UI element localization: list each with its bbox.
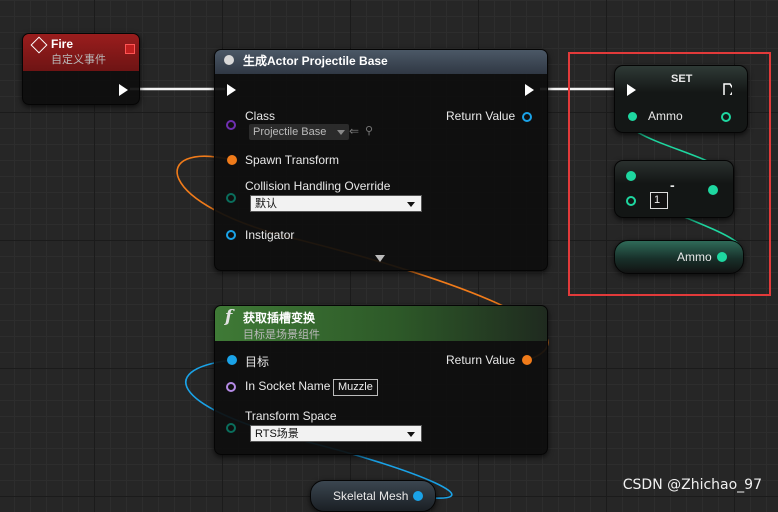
transform-space-value: RTS场景: [255, 428, 299, 440]
function-icon: f: [225, 307, 233, 327]
target-pin[interactable]: [227, 355, 237, 365]
instigator-pin[interactable]: [226, 230, 236, 240]
fire-exec-out-pin[interactable]: [119, 84, 128, 96]
socket-node-subtitle: 目标是场景组件: [243, 329, 320, 341]
spawn-exec-in-pin[interactable]: [227, 84, 236, 96]
return-value-label: Return Value: [446, 109, 516, 123]
fire-node-header: Fire 自定义事件: [23, 34, 139, 71]
socket-name-pin[interactable]: [226, 382, 236, 392]
class-pin[interactable]: [226, 120, 236, 130]
spawn-exec-out-pin[interactable]: [525, 84, 534, 96]
socket-name-label: In Socket Name: [245, 379, 331, 393]
skeletal-mesh-node[interactable]: Skeletal Mesh: [310, 480, 436, 512]
delegate-pin-icon[interactable]: [125, 44, 135, 54]
transform-space-label: Transform Space: [245, 409, 337, 423]
spawn-transform-label: Spawn Transform: [245, 153, 340, 167]
transform-space-pin[interactable]: [226, 423, 236, 433]
socket-node-header: f 获取插槽变换 目标是场景组件: [215, 306, 547, 341]
socket-return-label: Return Value: [446, 353, 516, 367]
transform-space-dropdown[interactable]: RTS场景: [250, 425, 422, 442]
get-socket-transform-node[interactable]: f 获取插槽变换 目标是场景组件 目标 Return Value In Sock…: [214, 305, 548, 455]
spawn-actor-node[interactable]: 生成Actor Projectile Base Class Projectile…: [214, 49, 548, 271]
fire-node-subtitle: 自定义事件: [51, 54, 106, 66]
fire-event-node[interactable]: Fire 自定义事件: [22, 33, 140, 105]
dropdown-arrow-icon: [407, 202, 415, 207]
collision-pin[interactable]: [226, 193, 236, 203]
spawn-node-header: 生成Actor Projectile Base: [215, 50, 547, 74]
instigator-label: Instigator: [245, 228, 295, 242]
browse-search-icon[interactable]: ⚲: [365, 124, 373, 137]
class-picker[interactable]: Projectile Base: [249, 124, 349, 140]
dropdown-arrow-icon: [407, 432, 415, 437]
socket-return-pin[interactable]: [522, 355, 532, 365]
fire-node-title: Fire: [51, 37, 74, 51]
collision-dropdown[interactable]: 默认: [250, 195, 422, 212]
use-selected-arrow-icon[interactable]: ⇐: [349, 124, 359, 138]
skeletal-mesh-label: Skeletal Mesh: [333, 489, 409, 503]
watermark: CSDN @Zhichao_97: [622, 477, 762, 493]
collision-label: Collision Handling Override: [245, 179, 391, 193]
event-diamond-icon: [30, 36, 48, 54]
skeletal-mesh-out-pin[interactable]: [413, 491, 423, 501]
spawn-node-title: 生成Actor Projectile Base: [243, 54, 388, 68]
socket-name-input[interactable]: Muzzle: [333, 379, 378, 396]
socket-node-title: 获取插槽变换: [243, 311, 316, 325]
spawn-transform-pin[interactable]: [227, 155, 237, 165]
return-value-pin[interactable]: [522, 112, 532, 122]
highlight-box: [568, 52, 771, 296]
class-label: Class: [245, 109, 276, 123]
class-picker-value: Projectile Base: [253, 126, 327, 138]
spawn-bomb-icon: [224, 55, 234, 65]
expand-arrow-icon[interactable]: [375, 255, 385, 262]
chevron-down-icon: [337, 130, 345, 135]
collision-dropdown-value: 默认: [255, 198, 277, 210]
target-label: 目标: [245, 355, 270, 369]
